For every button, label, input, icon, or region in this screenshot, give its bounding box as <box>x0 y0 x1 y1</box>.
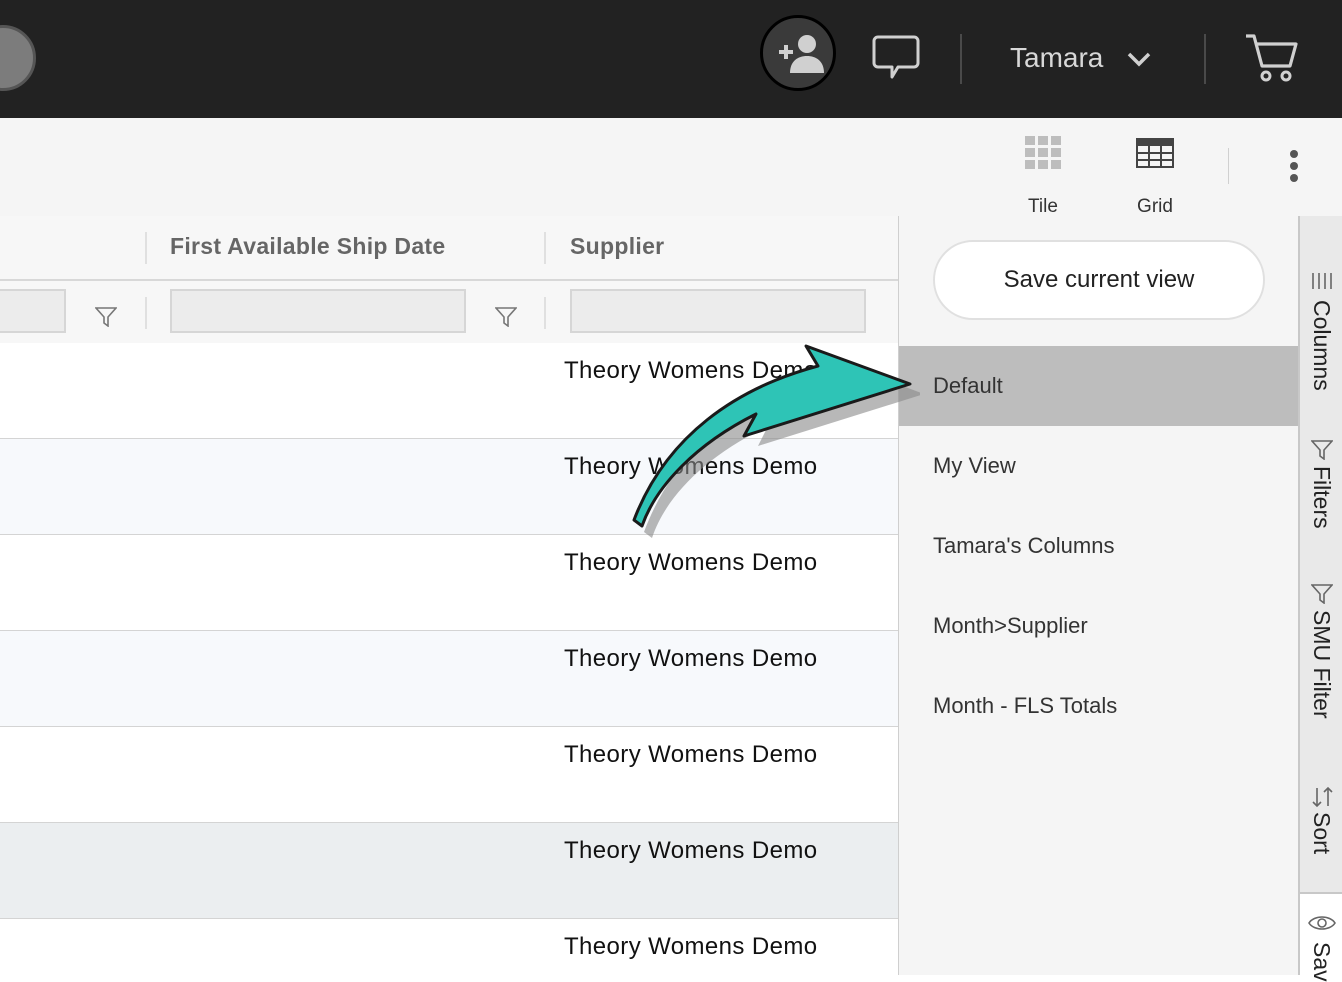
columns-icon <box>1312 273 1332 289</box>
table-row[interactable]: Theory Womens Demo <box>0 535 898 631</box>
sort-icon <box>1312 786 1333 808</box>
grid-icon <box>1136 138 1174 168</box>
filter-icon[interactable] <box>95 307 117 327</box>
supplier-cell: Theory Womens Demo <box>564 549 818 576</box>
toolbar-divider <box>1228 148 1229 184</box>
cart-icon <box>1246 34 1298 82</box>
tab-smu-filter[interactable]: SMU Filter <box>1300 580 1342 730</box>
filter-icon <box>1311 440 1333 460</box>
filter-icon[interactable] <box>495 307 517 327</box>
grid-view-button[interactable]: Grid <box>1120 136 1190 217</box>
tile-icon <box>1025 136 1061 169</box>
column-divider <box>544 232 546 264</box>
supplier-cell: Theory Womens Demo <box>564 453 818 480</box>
supplier-cell: Theory Womens Demo <box>564 741 818 768</box>
view-item-my-view[interactable]: My View <box>899 426 1299 506</box>
tile-view-button[interactable]: Tile <box>1008 136 1078 217</box>
user-menu-name[interactable]: Tamara <box>1010 42 1103 74</box>
table-row[interactable]: Theory Womens Demo <box>0 919 898 975</box>
table-row[interactable]: Theory Womens Demo <box>0 631 898 727</box>
eye-icon <box>1308 916 1336 930</box>
avatar-icon[interactable] <box>0 25 36 91</box>
filter-icon <box>1311 584 1333 604</box>
cart-button[interactable] <box>1244 32 1300 84</box>
column-header-first-ship-date[interactable]: First Available Ship Date <box>170 233 445 260</box>
table-row[interactable]: Theory Womens Demo <box>0 823 898 919</box>
table-row[interactable]: Theory Womens Demo <box>0 727 898 823</box>
view-item-tamaras-columns[interactable]: Tamara's Columns <box>899 506 1299 586</box>
supplier-cell: Theory Womens Demo <box>564 837 818 864</box>
data-grid: First Available Ship Date Supplier Theor… <box>0 216 898 975</box>
tab-label: Sort <box>1309 812 1335 855</box>
supplier-cell: Theory Womens Demo <box>564 357 818 384</box>
more-options-icon[interactable] <box>1282 150 1306 190</box>
side-tab-strip: Columns Filters SMU Filter Sort Sav <box>1298 216 1342 982</box>
tab-label: Sav <box>1309 942 1335 982</box>
tab-saved-views[interactable]: Sav <box>1300 892 1342 982</box>
grid-label: Grid <box>1137 196 1173 217</box>
view-item-month-supplier[interactable]: Month>Supplier <box>899 586 1299 666</box>
tab-label: Columns <box>1309 300 1335 391</box>
column-divider <box>145 297 147 329</box>
column-divider <box>145 232 147 264</box>
supplier-cell: Theory Womens Demo <box>564 645 818 672</box>
top-nav-bar: Tamara <box>0 0 1342 118</box>
grid-body: Theory Womens Demo Theory Womens Demo Th… <box>0 343 898 975</box>
add-user-icon <box>779 35 824 73</box>
filter-input[interactable] <box>0 289 66 333</box>
filter-input-supplier[interactable] <box>570 289 866 333</box>
tile-label: Tile <box>1028 196 1058 217</box>
view-item-month-fls-totals[interactable]: Month - FLS Totals <box>899 666 1299 746</box>
tab-sort[interactable]: Sort <box>1300 782 1342 882</box>
column-header-supplier[interactable]: Supplier <box>570 233 664 260</box>
saved-views-panel: Save current view Default My View Tamara… <box>898 216 1299 975</box>
view-toolbar: Tile Grid <box>0 118 1342 217</box>
chat-button[interactable] <box>872 33 920 81</box>
divider <box>960 34 962 84</box>
chevron-down-icon[interactable] <box>1126 48 1152 70</box>
divider <box>1204 34 1206 84</box>
table-row[interactable]: Theory Womens Demo <box>0 343 898 439</box>
column-divider <box>544 297 546 329</box>
table-row[interactable]: Theory Womens Demo <box>0 439 898 535</box>
save-current-view-button[interactable]: Save current view <box>933 240 1265 320</box>
add-user-button[interactable] <box>760 15 836 91</box>
grid-header: First Available Ship Date Supplier <box>0 216 898 281</box>
tab-label: Filters <box>1309 466 1335 529</box>
chat-icon <box>872 35 920 79</box>
view-item-default[interactable]: Default <box>899 346 1299 426</box>
tab-label: SMU Filter <box>1309 610 1335 719</box>
tab-columns[interactable]: Columns <box>1300 266 1342 406</box>
tab-filters[interactable]: Filters <box>1300 436 1342 546</box>
supplier-cell: Theory Womens Demo <box>564 933 818 960</box>
filter-input-ship-date[interactable] <box>170 289 466 333</box>
filter-row <box>0 281 898 344</box>
